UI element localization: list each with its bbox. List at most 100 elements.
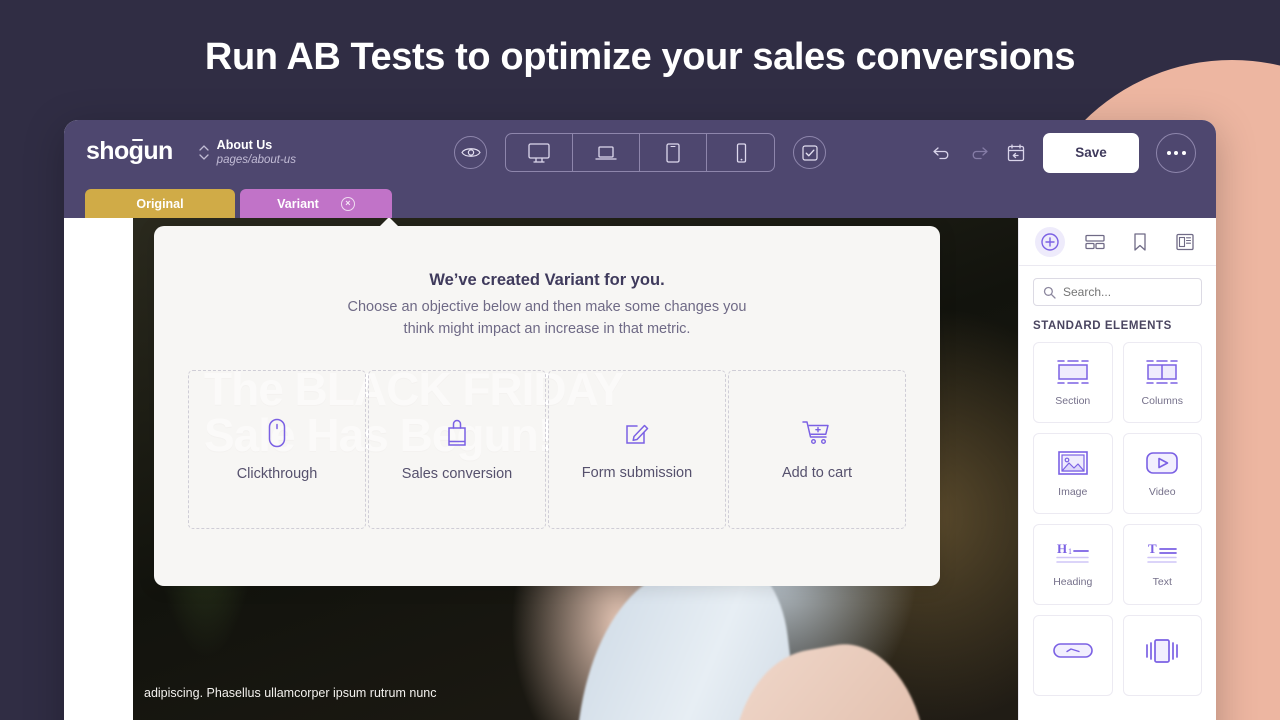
device-mobile-button[interactable] (707, 134, 774, 171)
element-label: Heading (1053, 576, 1093, 588)
sidebar-tab-templates[interactable] (1170, 227, 1200, 257)
page-title: Run AB Tests to optimize your sales conv… (204, 36, 1076, 78)
shogun-logo[interactable]: shogun (86, 137, 173, 166)
redo-button[interactable] (969, 146, 989, 160)
more-dot (1174, 150, 1178, 155)
objective-modal: The BLACK FRIDAY Sale Has Begun! We’ve c… (154, 218, 940, 586)
objective-add-to-cart[interactable]: Add to cart (728, 370, 906, 530)
video-icon (1143, 449, 1181, 477)
eye-icon (460, 146, 481, 159)
editor-toolbar: shogun About Us pages/about-us Save (64, 120, 1216, 185)
page-selector[interactable]: About Us pages/about-us (199, 138, 296, 168)
shopping-bag-icon (444, 417, 470, 449)
elements-sidebar: STANDARD ELEMENTS Section (1018, 218, 1216, 720)
svg-text:T: T (1148, 541, 1157, 556)
device-preview-group (505, 133, 775, 172)
device-desktop-button[interactable] (506, 134, 573, 171)
objective-label: Clickthrough (236, 466, 318, 483)
undo-button[interactable] (932, 146, 952, 160)
bookmark-icon (1132, 232, 1148, 252)
page-canvas[interactable]: adipiscing. Phasellus ullamcorper ipsum … (64, 218, 1018, 720)
close-icon[interactable]: × (340, 196, 355, 211)
element-label: Section (1055, 395, 1091, 407)
app-window: shogun About Us pages/about-us Save Orig… (64, 120, 1216, 720)
page-body-text: adipiscing. Phasellus ullamcorper ipsum … (144, 686, 437, 700)
svg-text:H: H (1057, 541, 1067, 556)
svg-text:1: 1 (1068, 547, 1072, 556)
sidebar-search-wrap (1019, 266, 1216, 312)
mobile-icon (733, 142, 749, 164)
save-button[interactable]: Save (1043, 132, 1139, 173)
publish-check-button[interactable] (793, 136, 826, 169)
page-meta: About Us pages/about-us (217, 138, 296, 168)
more-options-button[interactable] (1156, 132, 1196, 173)
modal-subtitle-line2: think might impact an increase in that m… (403, 321, 691, 338)
page-path: pages/about-us (216, 154, 296, 167)
objective-label: Form submission (581, 465, 693, 482)
toolbar-right-group: Save (932, 132, 1196, 173)
more-dot (1181, 150, 1186, 155)
standard-elements-grid: Section Columns Image Video H 1 Heading … (1019, 338, 1216, 710)
checkbox-check-icon (801, 144, 819, 162)
sidebar-tab-layout[interactable] (1080, 227, 1110, 257)
tablet-icon (663, 142, 683, 164)
template-icon (1175, 232, 1195, 252)
variant-tab-strip: Original Variant × (64, 185, 1216, 218)
objective-form-submission[interactable]: Form submission (548, 370, 726, 530)
element-heading[interactable]: H 1 Heading (1033, 524, 1113, 605)
editor-body: adipiscing. Phasellus ullamcorper ipsum … (64, 218, 1216, 720)
element-label: Text (1152, 576, 1172, 588)
objective-label: Add to cart (781, 465, 853, 482)
modal-subtitle: Choose an objective below and then make … (154, 296, 940, 340)
search-box[interactable] (1033, 278, 1202, 306)
columns-icon (1143, 358, 1181, 386)
modal-pointer (379, 218, 399, 227)
chevron-updown-icon (199, 145, 209, 160)
preview-button[interactable] (454, 136, 487, 169)
cart-plus-icon (801, 418, 833, 448)
element-text[interactable]: T Text (1122, 524, 1202, 605)
carousel-icon (1142, 637, 1182, 665)
logo-macron (132, 139, 143, 141)
tab-variant[interactable]: Variant × (240, 189, 392, 218)
device-laptop-button[interactable] (573, 134, 640, 171)
image-icon (1055, 449, 1091, 477)
text-icon: T (1142, 541, 1182, 567)
history-button[interactable] (1006, 143, 1026, 163)
tab-original-label: Original (136, 196, 184, 211)
modal-title: We’ve created Variant for you. (429, 271, 665, 289)
mouse-icon (266, 417, 288, 449)
search-icon (1043, 286, 1056, 299)
sidebar-tab-add[interactable] (1034, 226, 1065, 257)
element-columns[interactable]: Columns (1122, 342, 1202, 423)
layers-icon (1084, 233, 1106, 251)
objective-label: Sales conversion (401, 466, 513, 483)
objective-clickthrough[interactable]: Clickthrough (188, 370, 366, 530)
page-name: About Us (216, 137, 273, 152)
element-image[interactable]: Image (1033, 433, 1113, 514)
tab-original[interactable]: Original (85, 189, 235, 218)
more-dot (1166, 150, 1171, 155)
modal-subtitle-line1: Choose an objective below and then make … (347, 299, 747, 315)
button-icon (1051, 640, 1095, 662)
search-input[interactable] (1063, 285, 1192, 299)
sidebar-tab-saved[interactable] (1125, 227, 1155, 257)
device-tablet-button[interactable] (640, 134, 707, 171)
element-section[interactable]: Section (1033, 342, 1113, 423)
element-button[interactable] (1033, 615, 1113, 696)
element-label: Columns (1141, 395, 1183, 407)
tab-variant-label: Variant (277, 196, 319, 211)
element-label: Video (1148, 486, 1176, 498)
element-video[interactable]: Video (1122, 433, 1202, 514)
plus-circle-icon (1040, 232, 1060, 252)
sidebar-tab-bar (1019, 218, 1216, 266)
logo-text: shogun (86, 137, 173, 165)
standard-elements-heading: STANDARD ELEMENTS (1033, 320, 1172, 332)
toolbar-center-group (454, 133, 826, 172)
element-label: Image (1058, 486, 1088, 498)
objective-grid: Clickthrough Sales conversion Form submi… (154, 370, 940, 530)
laptop-icon (594, 143, 618, 163)
desktop-icon (527, 142, 551, 164)
element-carousel[interactable] (1122, 615, 1202, 696)
objective-sales-conversion[interactable]: Sales conversion (368, 370, 546, 530)
